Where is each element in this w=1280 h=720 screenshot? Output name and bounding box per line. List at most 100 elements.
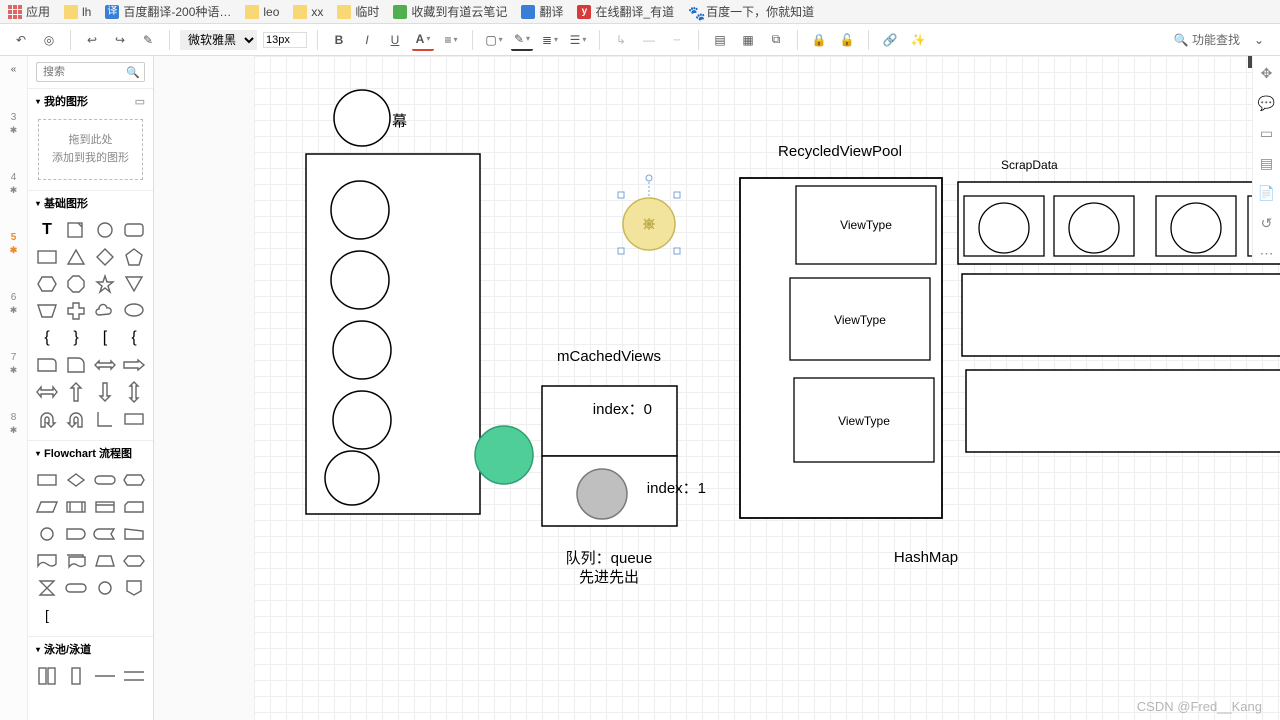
history-icon[interactable]: ↺ (1258, 214, 1276, 232)
screen-stack[interactable]: 幕 (306, 90, 480, 514)
page-thumb-3[interactable]: 3✱ (10, 112, 18, 136)
undo-arrow-icon[interactable]: ↶ (10, 29, 32, 51)
unlock-icon[interactable]: 🔓 (836, 29, 858, 51)
shape-roundrect[interactable] (122, 219, 146, 241)
flow-internal[interactable] (93, 496, 117, 518)
shape-trapezoid2[interactable] (35, 300, 59, 322)
scrap-row-3[interactable] (966, 370, 1280, 452)
lane-sep[interactable] (122, 665, 146, 687)
nav-icon[interactable]: ✥ (1258, 64, 1276, 82)
search-icon[interactable]: 🔍 (126, 66, 140, 79)
font-family-select[interactable]: 微软雅黑 (180, 30, 257, 50)
comment-icon[interactable]: 💬 (1258, 94, 1276, 112)
underline-button[interactable]: U (384, 29, 406, 51)
align-button[interactable]: ≡ (440, 29, 462, 51)
page-icon[interactable]: 📄 (1258, 184, 1276, 202)
bookmark-lh[interactable]: lh (64, 5, 91, 19)
flow-decision[interactable] (64, 469, 88, 491)
flow-circle2[interactable] (93, 577, 117, 599)
page-thumb-8[interactable]: 8✱ (10, 412, 18, 436)
outline-icon[interactable]: ▤ (1258, 154, 1276, 172)
flow-terminator[interactable] (93, 469, 117, 491)
shape-inv-triangle[interactable] (122, 273, 146, 295)
collapse-toolbar-icon[interactable]: ⌄ (1248, 29, 1270, 51)
italic-button[interactable]: I (356, 29, 378, 51)
lane-v[interactable] (35, 665, 59, 687)
section-flowchart[interactable]: ▾Flowchart 流程图 (28, 440, 153, 465)
cached-views-queue[interactable]: index：0 index：1 (542, 386, 706, 526)
shape-rect[interactable] (35, 246, 59, 268)
link-icon[interactable]: 🔗 (879, 29, 901, 51)
flow-multidoc[interactable] (64, 550, 88, 572)
flow-connector[interactable] (35, 523, 59, 545)
flow-predef[interactable] (64, 496, 88, 518)
send-back-icon[interactable]: ▦ (737, 29, 759, 51)
page-thumb-7[interactable]: 7✱ (10, 352, 18, 376)
shape-triangle[interactable] (64, 246, 88, 268)
selected-yellow-circle[interactable] (618, 175, 680, 254)
collapse-strip-icon[interactable]: « (3, 62, 25, 76)
flow-hex[interactable] (122, 550, 146, 572)
shape-arrow-r[interactable] (122, 354, 146, 376)
bring-front-icon[interactable]: ▤ (709, 29, 731, 51)
lane-line[interactable] (93, 665, 117, 687)
target-icon[interactable]: ◎ (38, 29, 60, 51)
shape-arrow-bidir[interactable] (35, 381, 59, 403)
flow-bracket-single[interactable]: [ (35, 604, 59, 626)
bookmark-baidu[interactable]: 🐾百度一下，你就知道 (688, 3, 814, 20)
shape-brace-r[interactable]: } (64, 327, 88, 349)
flow-offpage[interactable] (122, 577, 146, 599)
magic-icon[interactable]: ✨ (907, 29, 929, 51)
canvas-area[interactable]: 幕 mCachedViews index：0 (154, 56, 1280, 720)
bookmark-leo[interactable]: leo (245, 5, 279, 19)
flow-doc[interactable] (35, 550, 59, 572)
shape-circle[interactable] (93, 219, 117, 241)
bold-button[interactable]: B (328, 29, 350, 51)
flow-manual[interactable] (122, 523, 146, 545)
page-thumb-5[interactable]: 5✱ (10, 232, 18, 256)
shape-u-arrow[interactable] (35, 408, 59, 430)
shape-plus[interactable] (64, 300, 88, 322)
flow-process[interactable] (35, 469, 59, 491)
section-swimlane[interactable]: ▾泳池/泳道 (28, 636, 153, 661)
redo-icon[interactable]: ↪ (109, 29, 131, 51)
shape-note[interactable] (64, 219, 88, 241)
font-size-input[interactable] (263, 32, 307, 48)
bookmark-youdao-save[interactable]: 收藏到有道云笔记 (393, 3, 507, 20)
shape-tab[interactable] (35, 354, 59, 376)
flow-term2[interactable] (64, 577, 88, 599)
connector-elbow-icon[interactable]: ↳ (610, 29, 632, 51)
shape-rect2[interactable] (122, 408, 146, 430)
shape-octagon[interactable] (64, 273, 88, 295)
shape-u-arrow2[interactable] (64, 408, 88, 430)
diagram-canvas[interactable]: 幕 mCachedViews index：0 (154, 56, 1280, 720)
green-circle[interactable] (475, 426, 533, 484)
shape-cloud[interactable] (93, 300, 117, 322)
bookmark-apps[interactable]: 应用 (8, 3, 50, 20)
my-shapes-dropzone[interactable]: 拖到此处 添加到我的图形 (38, 119, 143, 180)
scrap-data-row[interactable] (958, 182, 1280, 264)
shape-single-brace[interactable]: { (122, 327, 146, 349)
shape-arrow-updown[interactable] (122, 381, 146, 403)
shape-bracket-l[interactable]: [ (93, 327, 117, 349)
flow-trap[interactable] (93, 550, 117, 572)
shape-hexagon[interactable] (35, 273, 59, 295)
connector-dashed-icon[interactable]: ┄ (666, 29, 688, 51)
section-basic-shapes[interactable]: ▾基础图形 (28, 190, 153, 215)
shape-quarter[interactable] (64, 354, 88, 376)
shape-diamond[interactable] (93, 246, 117, 268)
undo-icon[interactable]: ↩ (81, 29, 103, 51)
shape-arrow-down[interactable] (93, 381, 117, 403)
chat-icon[interactable]: ⋯ (1258, 244, 1276, 262)
flow-collate[interactable] (35, 577, 59, 599)
bookmark-baidu-translate[interactable]: 译百度翻译-200种语… (105, 3, 231, 20)
group-icon[interactable]: ⧉ (765, 29, 787, 51)
flow-display[interactable] (122, 469, 146, 491)
layers-icon[interactable]: ▭ (1258, 124, 1276, 142)
shape-arrow-lr[interactable] (93, 354, 117, 376)
line-width-button[interactable]: ☰ (567, 29, 589, 51)
scrap-row-2[interactable] (962, 274, 1280, 356)
lock-icon[interactable]: 🔒 (808, 29, 830, 51)
lane-single[interactable] (64, 665, 88, 687)
shape-callout[interactable] (122, 300, 146, 322)
